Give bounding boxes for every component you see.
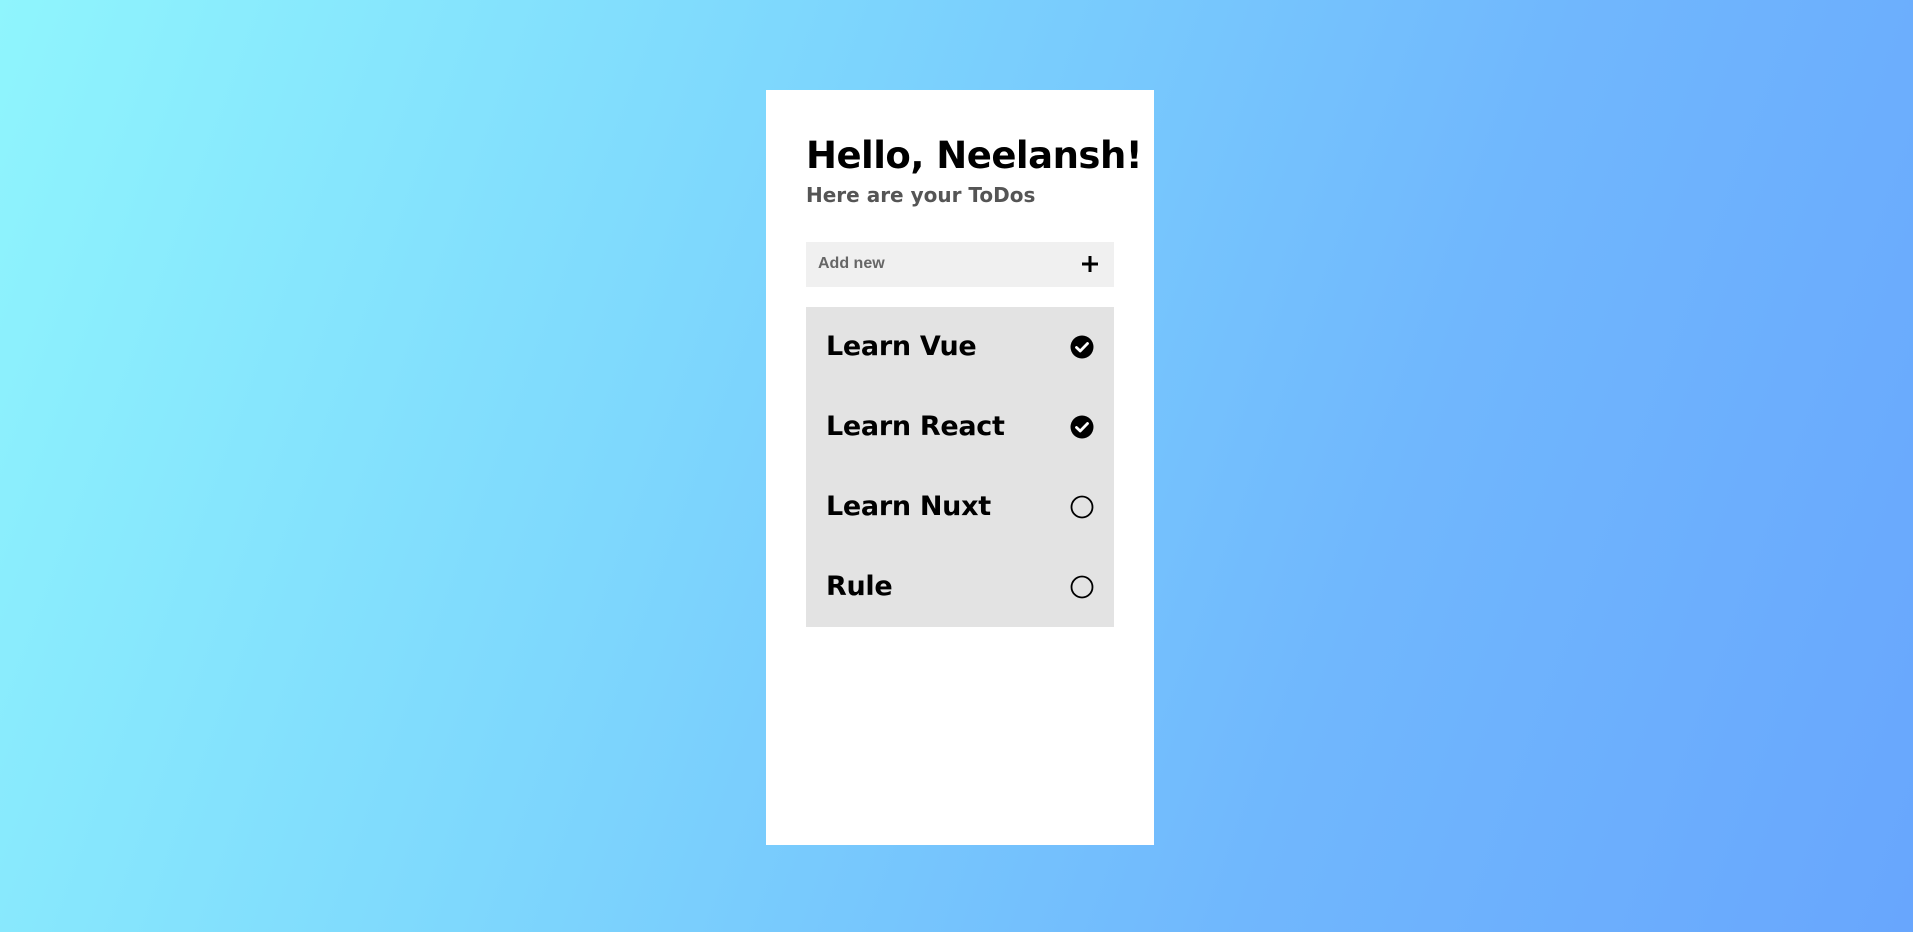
todo-label: Learn Vue <box>826 331 977 363</box>
page-subtitle: Here are your ToDos <box>806 182 1036 207</box>
todo-label: Learn Nuxt <box>826 491 991 523</box>
todo-label: Rule <box>826 571 893 603</box>
todo-item[interactable]: Learn Nuxt <box>826 467 1094 547</box>
plus-icon[interactable] <box>1078 252 1102 276</box>
empty-circle-icon[interactable] <box>1070 575 1094 599</box>
check-circle-icon[interactable] <box>1070 335 1094 359</box>
check-circle-icon[interactable] <box>1070 415 1094 439</box>
empty-circle-icon[interactable] <box>1070 495 1094 519</box>
add-new-input[interactable] <box>818 255 1078 274</box>
todo-item[interactable]: Rule <box>826 547 1094 627</box>
todo-list: Learn Vue Learn React Learn Nuxt Rule <box>806 306 1114 627</box>
page-title: Hello, Neelansh! <box>806 134 1143 177</box>
add-todo-row <box>806 241 1114 287</box>
todo-item[interactable]: Learn React <box>826 387 1094 467</box>
todo-item[interactable]: Learn Vue <box>826 307 1094 387</box>
todo-card: Hello, Neelansh! Here are your ToDos Lea… <box>766 90 1154 845</box>
todo-label: Learn React <box>826 411 1005 443</box>
